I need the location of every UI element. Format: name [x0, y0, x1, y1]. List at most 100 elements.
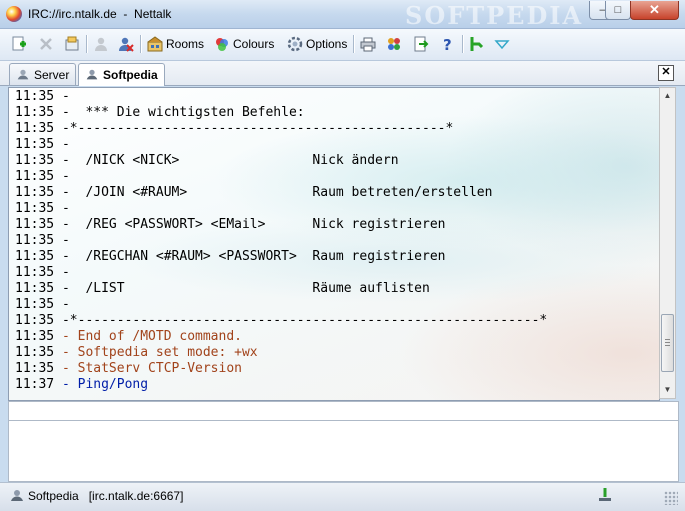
- tab-close-button[interactable]: ✕: [658, 65, 674, 81]
- chat-line: 11:37 - Ping/Pong: [15, 377, 148, 393]
- watermark: SOFTPEDIA: [405, 1, 584, 30]
- rooms-button[interactable]: Rooms: [147, 34, 204, 54]
- export-icon: [414, 36, 429, 52]
- options-button[interactable]: Options: [287, 34, 347, 54]
- chat-line: 11:35 -: [15, 233, 70, 249]
- toolbar-separator: [353, 35, 355, 53]
- message-input-wrapper: [8, 401, 679, 421]
- scroll-down-button[interactable]: ▼: [661, 382, 674, 397]
- chat-message: -: [61, 233, 70, 248]
- chat-line: 11:35 -*--------------------------------…: [15, 313, 547, 329]
- chat-message: -: [61, 297, 70, 312]
- dropdown-button[interactable]: [494, 34, 510, 54]
- new-connection-button[interactable]: [11, 34, 27, 54]
- status-text: Softpedia [irc.ntalk.de:6667]: [28, 489, 184, 503]
- chat-timestamp: 11:35: [15, 153, 55, 168]
- chat-timestamp: 11:35: [15, 233, 55, 248]
- settings-icon: [65, 36, 79, 51]
- chat-timestamp: 11:35: [15, 345, 55, 360]
- network-status-icon: [599, 488, 611, 501]
- chat-timestamp: 11:35: [15, 361, 55, 376]
- remove-user-button[interactable]: [118, 34, 134, 54]
- help-icon: ?: [443, 36, 452, 52]
- connect-button[interactable]: [468, 34, 484, 54]
- tab-softpedia-label: Softpedia: [103, 68, 158, 82]
- chat-line: 11:35 - *** Die wichtigsten Befehle:: [15, 105, 305, 121]
- dropdown-icon: [494, 40, 510, 50]
- toolbar-separator: [86, 35, 88, 53]
- maximize-button[interactable]: □: [605, 1, 631, 20]
- tab-softpedia[interactable]: Softpedia: [78, 63, 165, 86]
- toolbar-separator: [140, 35, 142, 53]
- settings-button[interactable]: [64, 34, 80, 54]
- chat-message: - /NICK <NICK> Nick ändern: [61, 153, 399, 168]
- chat-line: 11:35 -*--------------------------------…: [15, 121, 453, 137]
- chat-message: -: [61, 169, 70, 184]
- chat-line: 11:35 - /REGCHAN <#RAUM> <PASSWORT> Raum…: [15, 249, 445, 265]
- chat-log[interactable]: 11:35 -11:35 - *** Die wichtigsten Befeh…: [8, 87, 660, 401]
- chat-timestamp: 11:35: [15, 297, 55, 312]
- user-button[interactable]: [93, 34, 109, 54]
- chat-message: - End of /MOTD command.: [61, 329, 242, 344]
- scroll-grip: [665, 342, 670, 343]
- print-icon: [360, 37, 376, 52]
- chat-line: 11:35 -: [15, 169, 70, 185]
- print-button[interactable]: [360, 34, 376, 54]
- chat-line: 11:35 - StatServ CTCP-Version: [15, 361, 242, 377]
- chat-line: 11:35 -: [15, 265, 70, 281]
- chat-line: 11:35 -: [15, 137, 70, 153]
- chat-message: - /LIST Räume auflisten: [61, 281, 430, 296]
- message-input[interactable]: [9, 402, 678, 420]
- tab-server[interactable]: Server: [9, 63, 77, 85]
- scroll-grip: [665, 345, 670, 346]
- chat-timestamp: 11:35: [15, 185, 55, 200]
- channel-status-icon: [11, 490, 23, 501]
- toolbar: Rooms Colours Options ?: [0, 29, 685, 61]
- scroll-up-button[interactable]: ▲: [661, 88, 674, 103]
- scroll-thumb[interactable]: [661, 314, 674, 372]
- chat-timestamp: 11:35: [15, 217, 55, 232]
- chat-line: 11:35 - /JOIN <#RAUM> Raum betreten/erst…: [15, 185, 492, 201]
- chat-timestamp: 11:35: [15, 201, 55, 216]
- lower-panel: [8, 420, 679, 482]
- chat-timestamp: 11:35: [15, 329, 55, 344]
- colours-button[interactable]: Colours: [214, 34, 274, 54]
- options-icon: [287, 36, 303, 52]
- chat-timestamp: 11:35: [15, 249, 55, 264]
- toolbar-separator: [462, 35, 464, 53]
- close-button[interactable]: ✕: [630, 1, 679, 20]
- chat-message: - /REG <PASSWORT> <EMail> Nick registrie…: [61, 217, 446, 232]
- colours-icon: [216, 38, 228, 51]
- chat-message: - *** Die wichtigsten Befehle:: [61, 105, 305, 120]
- maximize-icon: □: [614, 4, 622, 16]
- chat-line: 11:35 -: [15, 297, 70, 313]
- rooms-icon: [147, 36, 163, 52]
- users-button[interactable]: [386, 34, 402, 54]
- chat-line: 11:35 - Softpedia set mode: +wx: [15, 345, 258, 361]
- chat-message: -: [61, 137, 70, 152]
- remove-user-icon: [119, 37, 134, 52]
- chat-message: - /JOIN <#RAUM> Raum betreten/erstellen: [61, 185, 493, 200]
- users-icon: [388, 38, 400, 50]
- options-label: Options: [306, 37, 348, 51]
- resize-grip[interactable]: [664, 491, 678, 505]
- chat-timestamp: 11:37: [15, 377, 55, 392]
- disconnect-icon: [40, 38, 52, 50]
- server-icon: [17, 69, 29, 79]
- channel-icon: [86, 69, 98, 80]
- tab-server-label: Server: [34, 67, 70, 82]
- export-button[interactable]: [413, 34, 429, 54]
- title-bar: IRC://irc.ntalk.de - Nettalk SOFTPEDIA –…: [0, 0, 685, 30]
- chat-scrollbar[interactable]: ▲ ▼: [659, 87, 676, 399]
- chat-line: 11:35 - End of /MOTD command.: [15, 329, 242, 345]
- chat-message: - /REGCHAN <#RAUM> <PASSWORT> Raum regis…: [61, 249, 446, 264]
- help-button[interactable]: ?: [440, 34, 456, 54]
- chat-timestamp: 11:35: [15, 265, 55, 280]
- disconnect-button[interactable]: [38, 34, 54, 54]
- chat-message: -: [61, 201, 70, 216]
- window-title: IRC://irc.ntalk.de - Nettalk: [28, 7, 172, 21]
- chat-message: - Softpedia set mode: +wx: [61, 345, 258, 360]
- app-globe-icon: [6, 6, 22, 22]
- status-bar: Softpedia [irc.ntalk.de:6667]: [0, 482, 685, 511]
- chat-timestamp: 11:35: [15, 121, 55, 136]
